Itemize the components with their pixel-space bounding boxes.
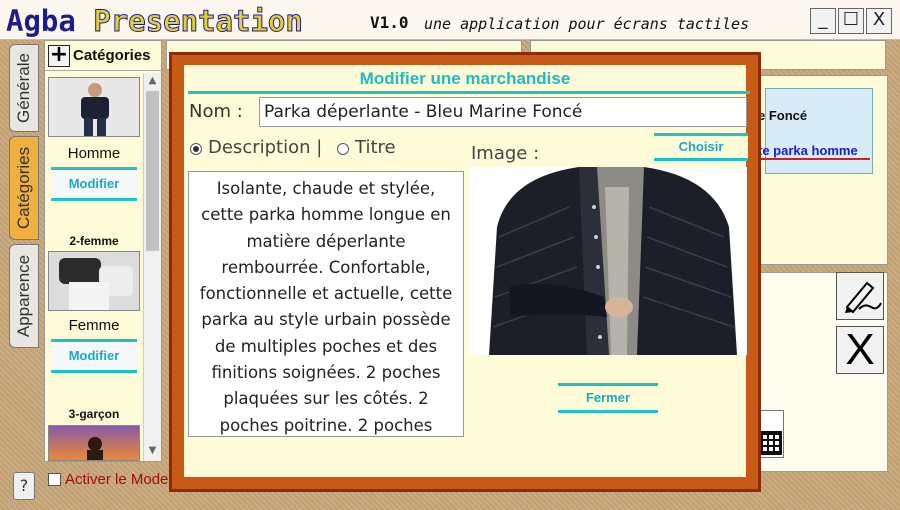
dialog-body: Modifier une marchandise Nom : Parka dép…	[184, 65, 750, 477]
scroll-thumb[interactable]	[146, 91, 159, 251]
modify-category-button[interactable]: Modifier	[51, 339, 137, 373]
category-thumbnail-homme[interactable]	[48, 77, 140, 137]
jacket-photo	[469, 167, 747, 355]
categories-scrollbar[interactable]: ▲ ▼	[143, 73, 161, 461]
description-radio[interactable]	[190, 143, 202, 155]
minimize-button[interactable]: _	[810, 8, 836, 34]
app-title-word-2: Presentation	[93, 4, 304, 39]
tab-generale[interactable]: Générale	[9, 44, 39, 132]
category-number: 2-femme	[69, 234, 119, 248]
product-card-name: e Foncé	[758, 108, 808, 123]
tab-generale-label: Générale	[14, 53, 33, 123]
dialog-title-divider	[188, 91, 750, 94]
maximize-button[interactable]: ☐	[838, 8, 864, 34]
add-category-button[interactable]: +	[48, 44, 70, 67]
categories-header-label: Catégories	[73, 47, 151, 64]
activate-mode-label: Activer le Mode	[65, 471, 169, 488]
pen-icon	[845, 281, 882, 314]
name-input[interactable]: Parka déperlante - Bleu Marine Foncé	[259, 97, 747, 127]
calculator-grid-icon	[760, 431, 782, 455]
category-thumbnail-femme[interactable]	[48, 251, 140, 311]
categories-header: + Catégories	[45, 41, 163, 71]
description-radio-label[interactable]: Description |	[208, 137, 322, 158]
edit-product-dialog: Modifier une marchandise Nom : Parka dép…	[169, 52, 761, 492]
close-window-button[interactable]: X	[866, 8, 892, 34]
man-photo	[49, 78, 139, 136]
close-dialog-button[interactable]: Fermer	[558, 383, 658, 413]
app-version: V1.0	[370, 13, 409, 32]
category-number: 3-garçon	[68, 407, 120, 421]
boy-photo	[49, 426, 139, 460]
scroll-up-icon[interactable]: ▲	[146, 75, 159, 89]
name-label: Nom :	[189, 101, 243, 122]
tab-categories[interactable]: Catégories	[9, 136, 39, 240]
tab-apparence[interactable]: Apparence	[9, 244, 39, 348]
activate-mode-checkbox[interactable]	[48, 473, 61, 486]
title-radio-label[interactable]: Titre	[355, 137, 396, 158]
app-title: Agba Presentation	[6, 0, 303, 42]
categories-panel: + Catégories Homme Modifier 2-femme Femm…	[44, 40, 163, 462]
product-image	[469, 167, 747, 355]
product-card-link[interactable]: te parka homme	[758, 143, 870, 160]
delete-button[interactable]: X	[836, 326, 884, 374]
category-thumbnail-garcon[interactable]	[48, 425, 140, 461]
app-tagline: une application pour écrans tactiles	[424, 15, 750, 33]
dialog-title: Modifier une marchandise	[359, 69, 571, 88]
woman-photo	[49, 252, 139, 310]
image-label: Image :	[471, 143, 540, 164]
help-button[interactable]: ?	[13, 472, 35, 500]
modify-category-button[interactable]: Modifier	[51, 167, 137, 201]
scroll-down-icon[interactable]: ▼	[146, 445, 159, 459]
category-name: Femme	[68, 317, 120, 334]
title-bar: Agba Presentation V1.0 une application p…	[0, 0, 900, 40]
description-textarea[interactable]: Isolante, chaude et stylée, cette parka …	[188, 171, 464, 437]
product-card[interactable]	[765, 88, 873, 174]
tab-apparence-label: Apparence	[14, 254, 33, 338]
app-title-word-1: Agba	[6, 4, 76, 38]
title-radio[interactable]	[337, 143, 349, 155]
category-name: Homme	[67, 145, 121, 162]
edit-button[interactable]	[836, 272, 884, 320]
choose-image-button[interactable]: Choisir	[654, 133, 748, 161]
tab-categories-label: Catégories	[14, 146, 33, 230]
